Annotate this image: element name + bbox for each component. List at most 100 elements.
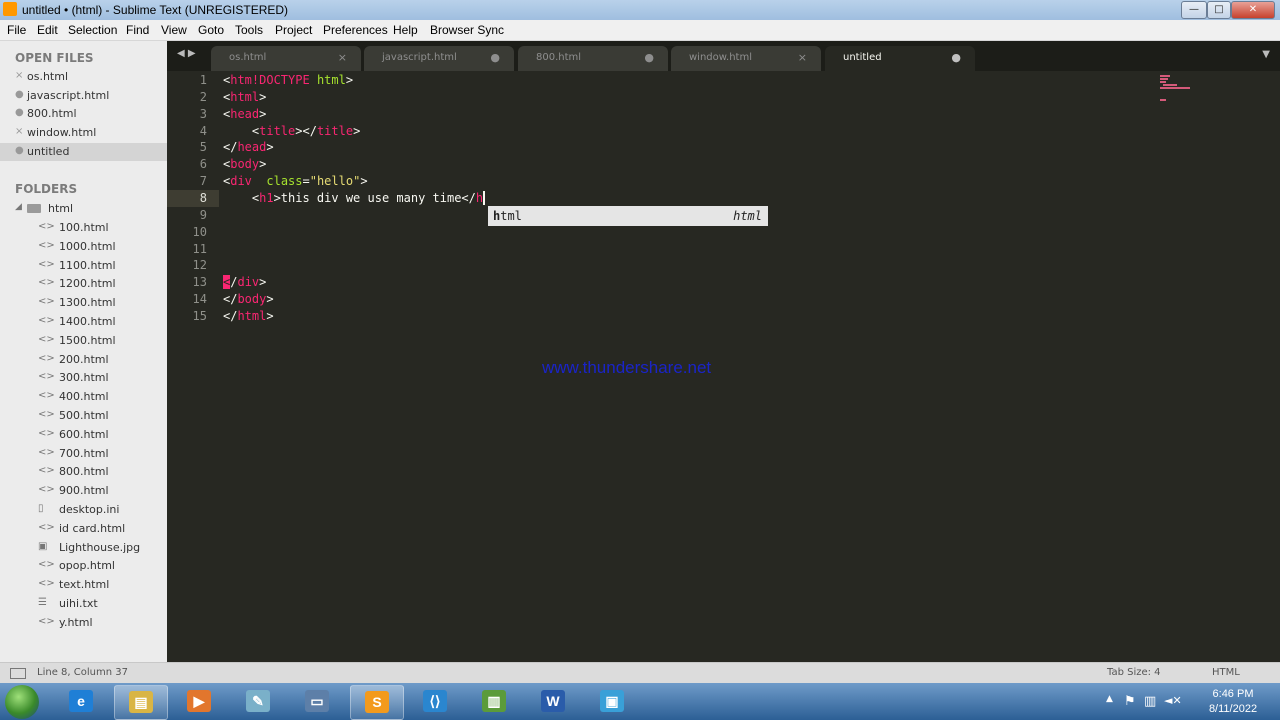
menu-file[interactable]: File — [7, 23, 26, 37]
minimize-button[interactable]: — — [1181, 1, 1207, 19]
file-tree-item[interactable]: <> 200.html — [0, 351, 167, 369]
code-line[interactable]: </html> — [223, 309, 274, 323]
tab-javascript-html[interactable]: javascript.html ● — [364, 46, 514, 71]
tab-800-html[interactable]: 800.html ● — [518, 46, 668, 71]
tab-untitled-active[interactable]: untitled ● — [825, 46, 975, 71]
code-line[interactable]: <title></title> — [223, 124, 360, 138]
file-tree-item[interactable]: ▯ desktop.ini — [0, 501, 167, 519]
file-tree-item[interactable]: <> 500.html — [0, 407, 167, 425]
taskbar-sublime-text[interactable]: S — [350, 685, 404, 720]
code-line[interactable]: </body> — [223, 292, 274, 306]
file-tree-item[interactable]: <> 1200.html — [0, 275, 167, 293]
file-tree-item[interactable]: ☰ uihi.txt — [0, 595, 167, 613]
menu-selection[interactable]: Selection — [68, 23, 117, 37]
show-hidden-icons-icon[interactable]: ▲ — [1106, 694, 1113, 704]
network-icon[interactable]: ▥ — [1144, 694, 1156, 709]
menu-view[interactable]: View — [161, 23, 187, 37]
code-line[interactable]: <head> — [223, 107, 266, 121]
start-button[interactable] — [5, 685, 39, 719]
minimap[interactable] — [1160, 75, 1200, 105]
file-tree-item[interactable]: <> id card.html — [0, 520, 167, 538]
autocomplete-popup[interactable]: html html — [488, 206, 768, 226]
tab-dropdown-icon[interactable]: ▼ — [1262, 49, 1270, 60]
code-line[interactable]: <htm!DOCTYPE html> — [223, 73, 353, 87]
code-line[interactable]: </head> — [223, 140, 274, 154]
open-file-item[interactable]: × os.html — [0, 68, 167, 86]
taskbar-screen-capture[interactable]: ▣ — [586, 685, 638, 718]
close-button[interactable]: ✕ — [1231, 1, 1275, 19]
tab-os-html[interactable]: os.html × — [211, 46, 361, 71]
taskbar-task-manager[interactable]: ▥ — [468, 685, 520, 718]
open-file-item[interactable]: ● 800.html — [0, 105, 167, 123]
file-tree-item[interactable]: <> 300.html — [0, 369, 167, 387]
system-clock[interactable]: 6:46 PM 8/11/2022 — [1200, 687, 1266, 717]
tab-unsaved-icon[interactable]: ● — [490, 51, 500, 64]
taskbar-remote-desktop[interactable]: ▭ — [291, 685, 343, 718]
code-line[interactable]: <html> — [223, 90, 266, 104]
unsaved-dot-icon[interactable]: ● — [15, 89, 24, 100]
vertical-scrollbar[interactable] — [1272, 71, 1280, 662]
volume-muted-icon[interactable]: ◄✕ — [1164, 694, 1182, 707]
file-tree-item[interactable]: <> 1400.html — [0, 313, 167, 331]
tab-close-icon[interactable]: × — [338, 51, 347, 64]
tab-unsaved-icon[interactable]: ● — [644, 51, 654, 64]
tab-window-html[interactable]: window.html × — [671, 46, 821, 71]
taskbar-microsoft-word[interactable]: W — [527, 685, 579, 718]
expand-arrow-icon[interactable]: ◢ — [15, 202, 22, 212]
file-tree-item[interactable]: <> 1000.html — [0, 238, 167, 256]
file-tree-item[interactable]: <> 400.html — [0, 388, 167, 406]
file-tree-item[interactable]: <> 1300.html — [0, 294, 167, 312]
menu-goto[interactable]: Goto — [198, 23, 224, 37]
file-tree-item[interactable]: <> 1500.html — [0, 332, 167, 350]
code-line[interactable]: <h1>this div we use many time</h — [223, 191, 486, 206]
file-tree-item[interactable]: <> 1100.html — [0, 257, 167, 275]
menu-edit[interactable]: Edit — [37, 23, 58, 37]
folder-html[interactable]: ◢ html — [0, 200, 167, 218]
code-editor[interactable]: 1 2 3 4 5 6 7 8 9 10 11 12 13 14 15 <htm!DOCTYPE html>… — [167, 71, 1280, 662]
panel-toggle-icon[interactable] — [10, 668, 26, 679]
tab-nav-arrows-icon[interactable]: ◀ ▶ — [177, 48, 196, 59]
file-tree-item[interactable]: <> 900.html — [0, 482, 167, 500]
notepad-icon: ✎ — [246, 690, 270, 712]
unsaved-dot-icon[interactable]: ● — [15, 107, 24, 118]
file-type-icon: <> — [38, 352, 55, 364]
menu-tools[interactable]: Tools — [235, 23, 263, 37]
file-tree-item[interactable]: <> 700.html — [0, 445, 167, 463]
maximize-button[interactable]: □ — [1207, 1, 1231, 19]
tab-unsaved-icon[interactable]: ● — [951, 51, 961, 64]
close-file-icon[interactable]: × — [15, 70, 23, 81]
taskbar-visual-studio-code[interactable]: ⟨⟩ — [409, 685, 461, 718]
menu-find[interactable]: Find — [126, 23, 149, 37]
tab-size-indicator[interactable]: Tab Size: 4 — [1107, 667, 1161, 678]
unsaved-dot-icon[interactable]: ● — [15, 145, 24, 156]
file-tree-item[interactable]: <> text.html — [0, 576, 167, 594]
syntax-indicator[interactable]: HTML — [1212, 667, 1240, 678]
open-file-item[interactable]: × window.html — [0, 124, 167, 142]
menu-browser-sync[interactable]: Browser Sync — [430, 23, 504, 37]
action-center-flag-icon[interactable]: ⚑ — [1124, 694, 1136, 709]
taskbar-internet-explorer[interactable]: e — [55, 685, 107, 718]
open-file-item[interactable]: ● javascript.html — [0, 87, 167, 105]
file-tree-item[interactable]: <> 800.html — [0, 463, 167, 481]
file-tree-item[interactable]: <> y.html — [0, 614, 167, 632]
autocomplete-suggestion[interactable]: html — [493, 209, 522, 223]
menu-help[interactable]: Help — [393, 23, 418, 37]
taskbar-file-explorer[interactable]: ▤ — [114, 685, 168, 720]
close-file-icon[interactable]: × — [15, 126, 23, 137]
file-tree-item[interactable]: <> 600.html — [0, 426, 167, 444]
menu-project[interactable]: Project — [275, 23, 312, 37]
line-number: 1 — [199, 73, 207, 87]
menu-preferences[interactable]: Preferences — [323, 23, 388, 37]
tab-close-icon[interactable]: × — [798, 51, 807, 64]
file-tree-item[interactable]: ▣ Lighthouse.jpg — [0, 539, 167, 557]
code-line[interactable]: <div class="hello"> — [223, 174, 368, 188]
taskbar-media-player[interactable]: ▶ — [173, 685, 225, 718]
code-line[interactable]: </div> — [223, 275, 266, 290]
code-token: > — [266, 308, 274, 323]
file-tree-label: 1100.html — [59, 258, 116, 272]
code-line[interactable]: <body> — [223, 157, 266, 171]
file-tree-item[interactable]: <> 100.html — [0, 219, 167, 237]
taskbar-notepad[interactable]: ✎ — [232, 685, 284, 718]
file-tree-item[interactable]: <> opop.html — [0, 557, 167, 575]
open-file-item-active[interactable]: ● untitled — [0, 143, 167, 161]
